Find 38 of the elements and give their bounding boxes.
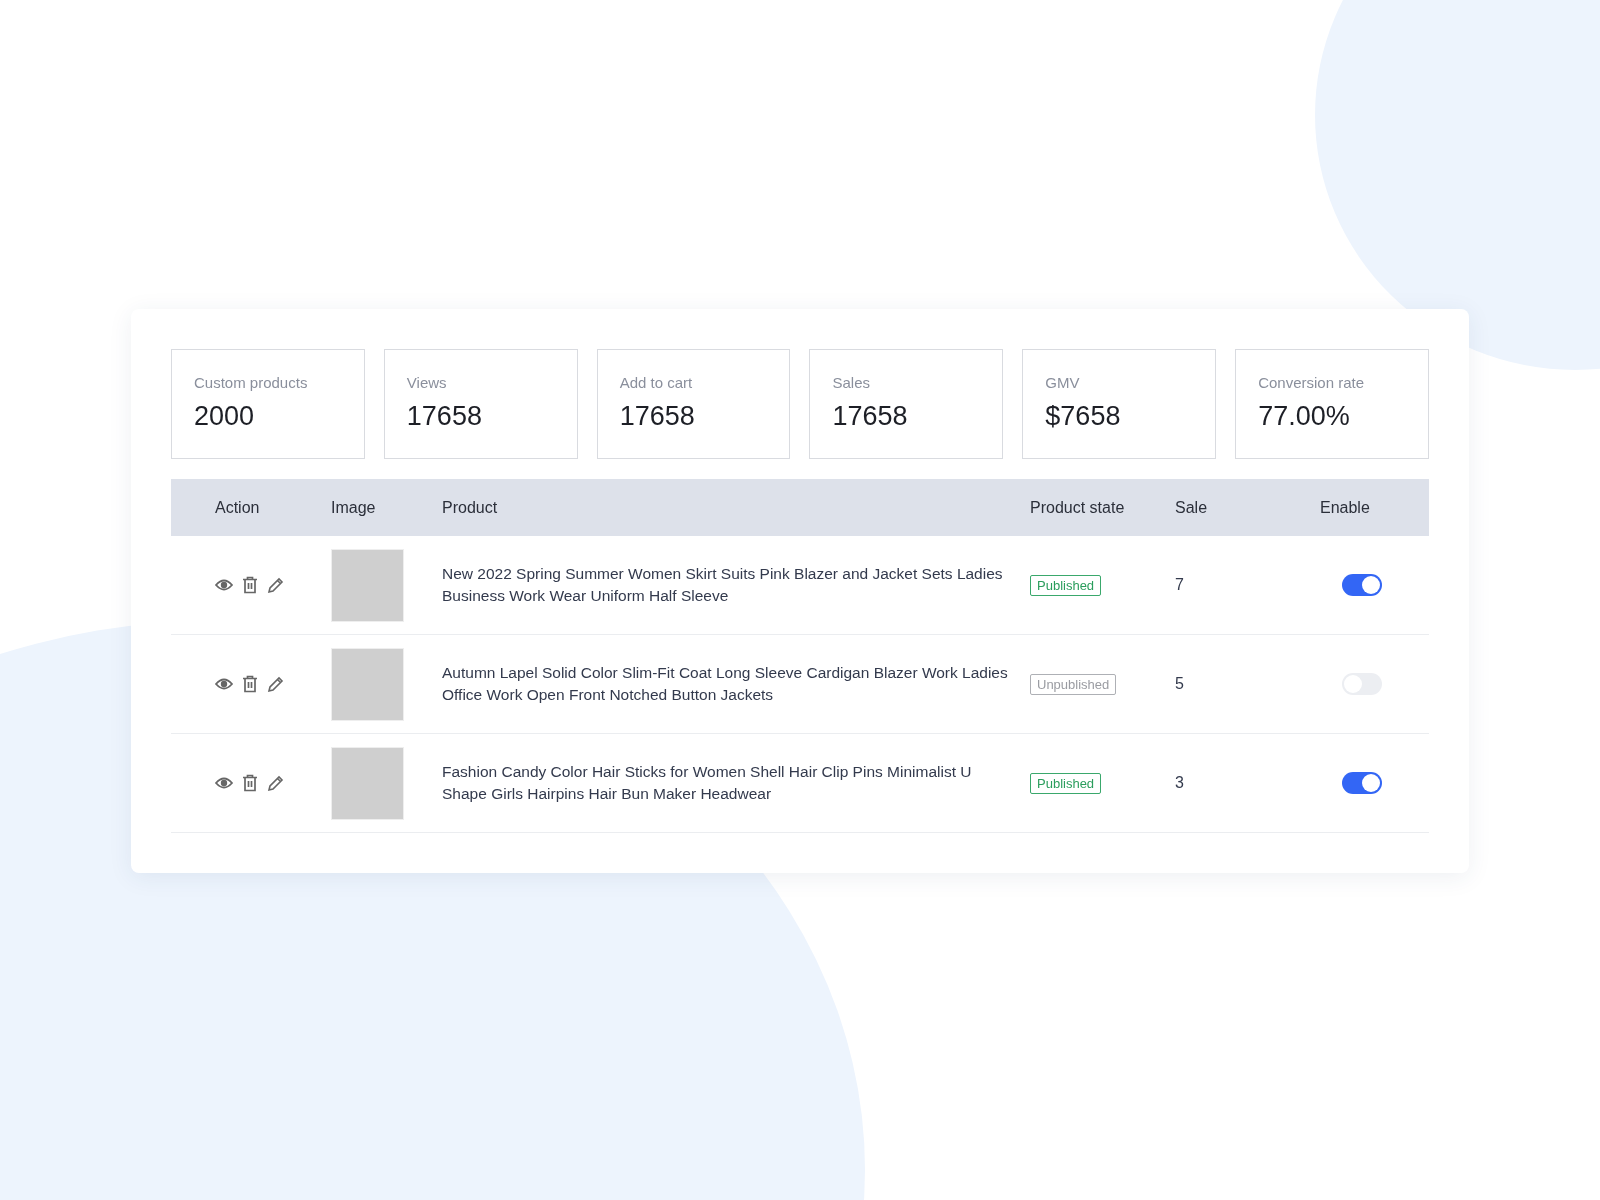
pencil-icon[interactable] [267, 774, 284, 792]
eye-icon[interactable] [215, 578, 233, 592]
eye-icon[interactable] [215, 776, 233, 790]
column-header: Enable [1320, 498, 1371, 517]
stat-label: Views [406, 374, 448, 391]
stat-value: 77.00% [1258, 401, 1351, 432]
trash-icon[interactable] [242, 576, 258, 594]
stat-value: $7658 [1045, 401, 1122, 432]
product-name: Fashion Candy Color Hair Sticks for Women Shell Hair Clip Pins Minimalist U Shape Girls Hairpins Hair Bun Maker Headwear [442, 762, 973, 804]
stat-label: Add to cart [619, 374, 694, 391]
trash-icon[interactable] [242, 675, 258, 693]
column-header: Image [331, 498, 377, 517]
trash-icon[interactable] [242, 774, 258, 792]
sale-count: 7 [1175, 576, 1185, 594]
pencil-icon[interactable] [267, 576, 284, 594]
column-header: Action [214, 498, 261, 517]
stat-label: Custom products [194, 374, 309, 391]
toggle-switch[interactable] [1342, 772, 1382, 794]
stat-value: 17658 [832, 401, 909, 432]
stat-value: 2000 [194, 401, 256, 432]
column-header: Product state [1030, 498, 1126, 517]
stat-value: 17658 [406, 401, 483, 432]
stat-value: 17658 [619, 401, 696, 432]
pencil-icon[interactable] [267, 675, 284, 693]
eye-icon[interactable] [215, 677, 233, 691]
status-tag: Unpublished [1030, 673, 1117, 695]
sale-count: 5 [1175, 675, 1185, 693]
stat-label: GMV [1045, 374, 1081, 391]
sale-count: 3 [1175, 774, 1185, 792]
stat-label: Sales [832, 374, 871, 391]
product-name: Autumn Lapel Solid Color Slim-Fit Coat Long Sleeve Cardigan Blazer Work Ladies Office Work Open Front Notched Button Jackets [442, 663, 1009, 705]
product-name: New 2022 Spring Summer Women Skirt Suits Pink Blazer and Jacket Sets Ladies Business Work Wear Uniform Half Sleeve [442, 564, 1004, 606]
toggle-switch[interactable] [1342, 574, 1382, 596]
column-header: Sale [1175, 498, 1209, 517]
column-header: Product [442, 498, 499, 517]
stat-label: Conversion rate [1258, 374, 1366, 391]
status-tag: Published [1030, 574, 1102, 596]
status-tag: Published [1030, 772, 1102, 794]
